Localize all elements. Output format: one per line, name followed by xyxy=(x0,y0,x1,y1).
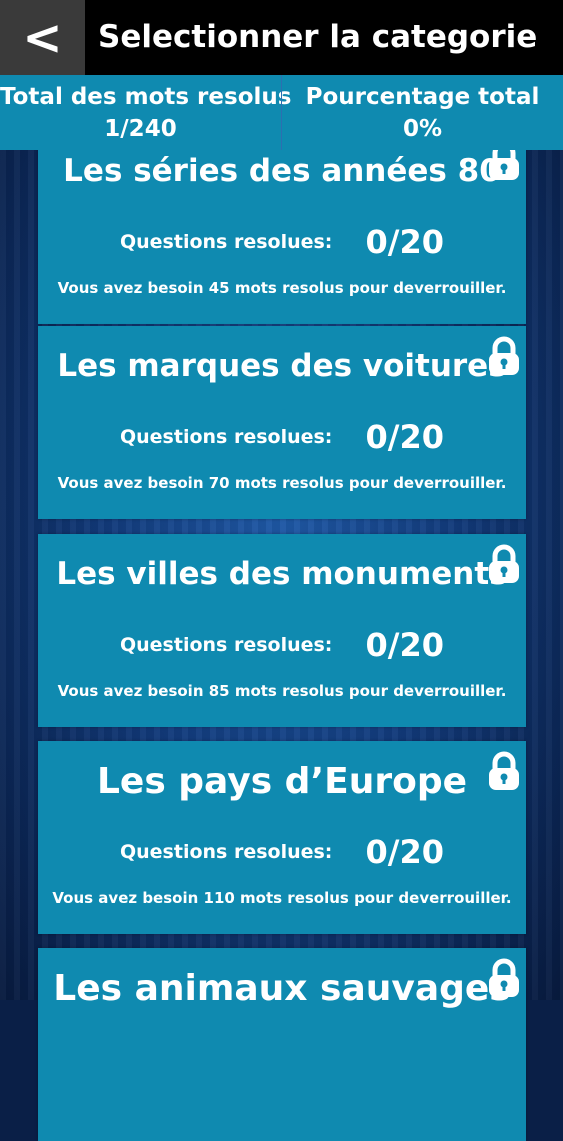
questions-value: 0/20 xyxy=(365,418,444,456)
stats-bar: Total des mots resolus 1/240 Pourcentage… xyxy=(0,75,563,150)
category-list[interactable]: Les séries des années 80 Questions resol… xyxy=(38,0,526,1141)
questions-row: Questions resolues: 0/20 xyxy=(38,223,526,261)
unlock-requirement: Vous avez besoin 85 mots resolus pour de… xyxy=(57,682,507,700)
questions-label: Questions resolues: xyxy=(119,231,333,253)
total-percentage-stat: Pourcentage total 0% xyxy=(281,75,563,150)
unlock-requirement: Vous avez besoin 70 mots resolus pour de… xyxy=(57,474,507,492)
questions-label: Questions resolues: xyxy=(119,841,333,863)
top-bar: < Selectionner la categorie xyxy=(0,0,563,75)
category-card[interactable]: Les marques des voitures Questions resol… xyxy=(38,326,526,519)
solved-words-label: Total des mots resolus xyxy=(0,84,292,110)
questions-label: Questions resolues: xyxy=(119,426,333,448)
lock-icon xyxy=(489,336,519,375)
category-title: Les animaux sauvages xyxy=(53,968,511,1009)
category-title: Les marques des voitures xyxy=(57,348,507,384)
questions-value: 0/20 xyxy=(365,626,444,664)
lock-icon xyxy=(489,958,519,997)
page-title: Selectionner la categorie xyxy=(98,19,538,55)
back-button[interactable]: < xyxy=(0,0,85,75)
solved-words-value: 1/240 xyxy=(104,116,177,142)
unlock-requirement: Vous avez besoin 45 mots resolus pour de… xyxy=(57,279,507,297)
questions-row: Questions resolues: 0/20 xyxy=(38,418,526,456)
category-title: Les villes des monuments xyxy=(56,556,508,592)
solved-words-stat: Total des mots resolus 1/240 xyxy=(0,75,292,150)
questions-value: 0/20 xyxy=(365,223,444,261)
category-card[interactable]: Les villes des monuments Questions resol… xyxy=(38,534,526,727)
unlock-requirement: Vous avez besoin 110 mots resolus pour d… xyxy=(52,889,512,907)
total-percentage-label: Pourcentage total xyxy=(305,84,540,110)
category-title: Les pays d’Europe xyxy=(96,761,468,802)
questions-row: Questions resolues: 0/20 xyxy=(38,626,526,664)
total-percentage-value: 0% xyxy=(402,116,443,142)
category-card[interactable]: Les pays d’Europe Questions resolues: 0/… xyxy=(38,741,526,934)
lock-icon xyxy=(489,544,519,583)
lock-icon xyxy=(489,751,519,790)
category-title: Les séries des années 80 xyxy=(63,153,501,189)
category-card[interactable]: Les séries des années 80 Questions resol… xyxy=(38,131,526,324)
questions-value: 0/20 xyxy=(365,833,444,871)
questions-label: Questions resolues: xyxy=(119,634,333,656)
category-card[interactable]: Les animaux sauvages xyxy=(38,948,526,1141)
questions-row: Questions resolues: 0/20 xyxy=(38,833,526,871)
